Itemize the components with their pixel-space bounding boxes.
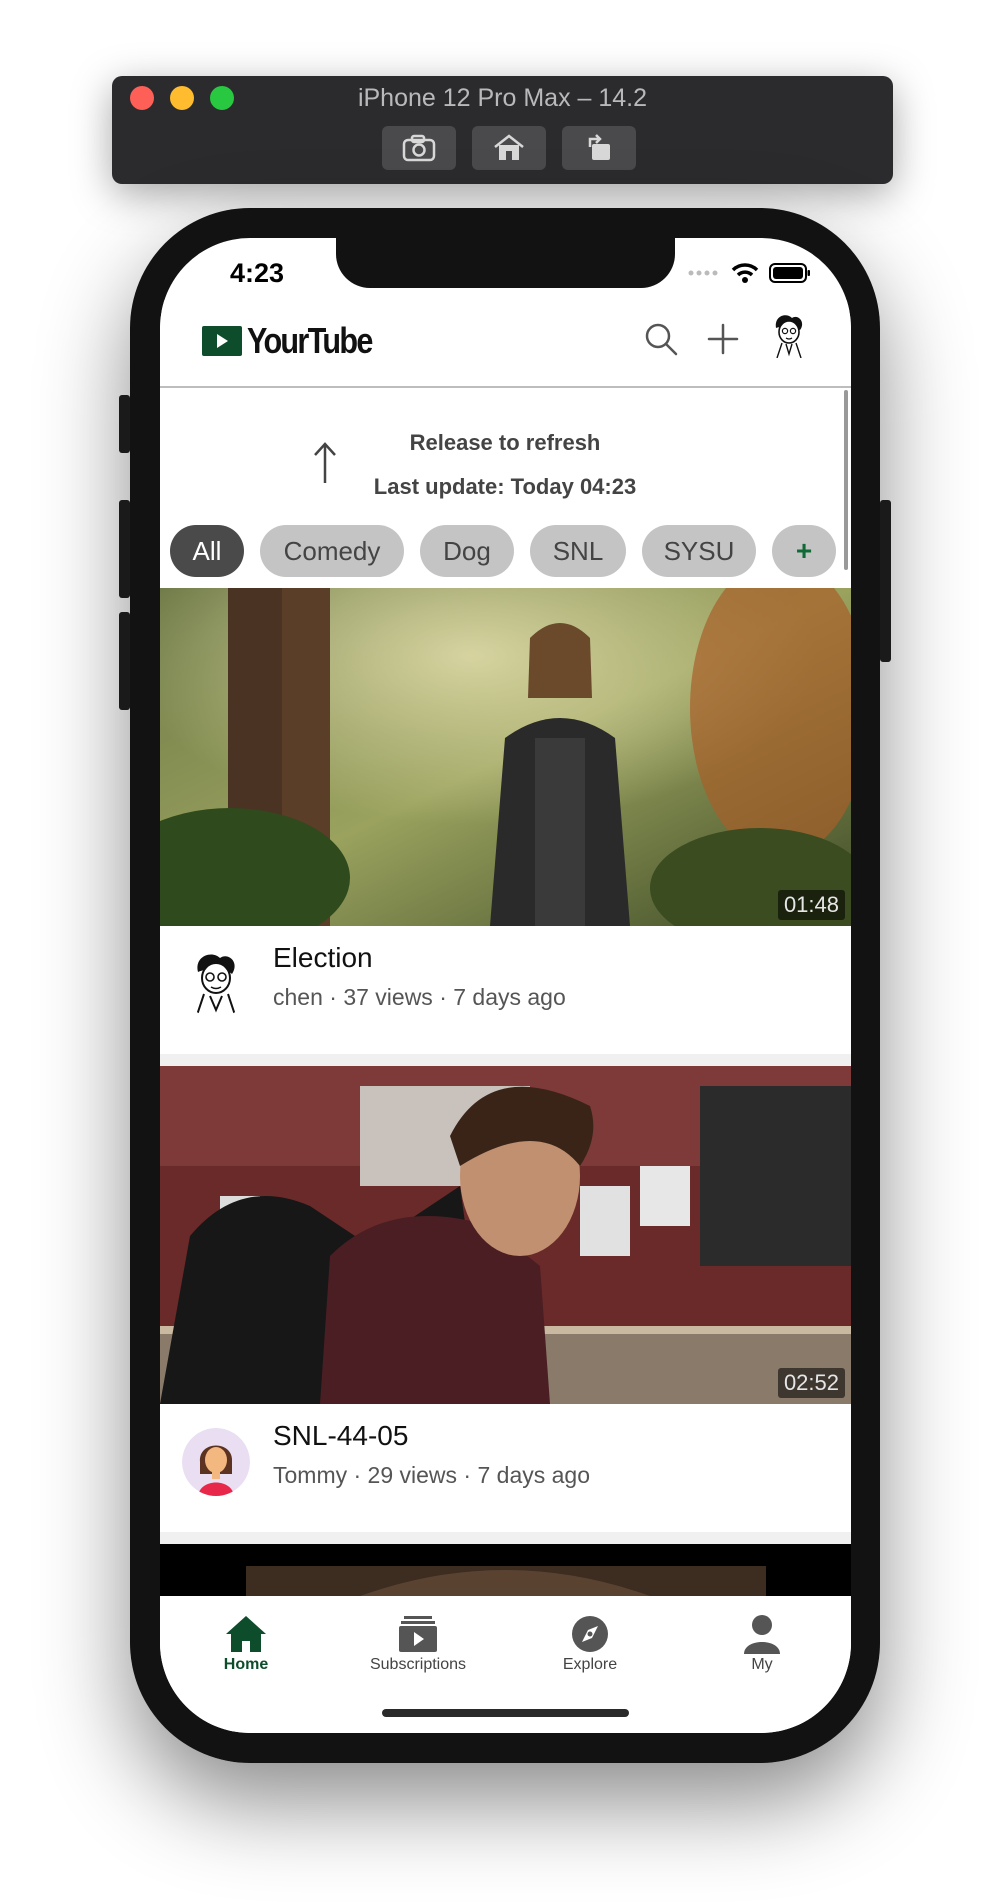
video-duration: 01:48: [777, 890, 845, 920]
plus-icon[interactable]: [704, 320, 742, 358]
cellular-icon: [688, 270, 718, 276]
channel-avatar[interactable]: [182, 950, 250, 1018]
app-logo[interactable]: YourTube: [202, 320, 394, 362]
video-title[interactable]: SNL-44-05: [273, 1420, 408, 1452]
app-header: YourTube: [160, 300, 851, 388]
add-category-button[interactable]: +: [772, 525, 836, 577]
video-subtitle: Tommy · 29 views · 7 days ago: [273, 1462, 591, 1488]
video-title[interactable]: Election: [273, 942, 373, 974]
app-logo-text: YourTube: [247, 320, 373, 361]
play-logo-icon: [202, 326, 242, 356]
video-thumbnail[interactable]: 01:48: [160, 588, 851, 926]
refresh-status: Release to refresh: [409, 430, 601, 455]
divider: [160, 1054, 851, 1066]
home-indicator[interactable]: [382, 1709, 629, 1717]
last-update-text: Last update: Today 04:23: [373, 474, 637, 499]
tab-explore[interactable]: Explore: [504, 1614, 676, 1674]
video-thumbnail[interactable]: 02:52: [160, 1066, 851, 1404]
video-duration: 02:52: [777, 1368, 845, 1398]
forest-thumbnail-image: [160, 588, 851, 926]
compass-icon: [572, 1616, 608, 1652]
camera-icon: [402, 134, 436, 162]
tab-label: Home: [223, 1656, 269, 1673]
home-icon: [226, 1616, 266, 1652]
status-time: 4:23: [230, 258, 285, 288]
video-info[interactable]: Election chen · 37 views · 7 days ago: [160, 926, 851, 1054]
chip-snl[interactable]: SNL: [530, 525, 626, 577]
simulator-toolbar: iPhone 12 Pro Max – 14.2: [112, 76, 893, 184]
notch: [336, 238, 675, 288]
partial-thumbnail-image: [160, 1544, 851, 1596]
power-button: [880, 500, 891, 662]
chip-comedy[interactable]: Comedy: [260, 525, 404, 577]
video-thumbnail[interactable]: [160, 1544, 851, 1596]
video-info[interactable]: SNL-44-05 Tommy · 29 views · 7 days ago: [160, 1404, 851, 1532]
tab-home[interactable]: Home: [160, 1614, 332, 1674]
search-icon[interactable]: [642, 320, 680, 358]
mute-switch: [119, 395, 130, 453]
channel-avatar[interactable]: [182, 1428, 250, 1496]
avatar[interactable]: [772, 314, 806, 358]
tab-subscriptions[interactable]: Subscriptions: [332, 1614, 504, 1674]
chip-sysu[interactable]: SYSU: [642, 525, 756, 577]
volume-down-button: [119, 612, 130, 710]
tab-label: Subscriptions: [369, 1656, 467, 1673]
home-button[interactable]: [472, 126, 546, 170]
battery-icon: [769, 263, 810, 283]
rotate-button[interactable]: [562, 126, 636, 170]
rotate-icon: [588, 134, 610, 160]
simulator-title: iPhone 12 Pro Max – 14.2: [357, 84, 648, 112]
tab-my[interactable]: My: [676, 1614, 848, 1674]
divider: [160, 1532, 851, 1544]
house-icon: [494, 134, 524, 160]
chip-all[interactable]: All: [170, 525, 244, 577]
tab-label: My: [751, 1656, 773, 1673]
subscriptions-icon: [399, 1616, 437, 1652]
video-subtitle: chen · 37 views · 7 days ago: [273, 984, 566, 1010]
phone-screen: 4:23 YourTube Release to refresh Last up…: [160, 238, 851, 1733]
screenshot-button[interactable]: [382, 126, 456, 170]
scroll-indicator[interactable]: [844, 390, 848, 570]
wifi-icon: [731, 263, 759, 283]
tab-label: Explore: [562, 1656, 618, 1673]
person-icon: [744, 1615, 780, 1654]
volume-up-button: [119, 500, 130, 598]
chip-dog[interactable]: Dog: [420, 525, 514, 577]
classroom-thumbnail-image: [160, 1066, 851, 1404]
status-icons: [687, 262, 811, 284]
